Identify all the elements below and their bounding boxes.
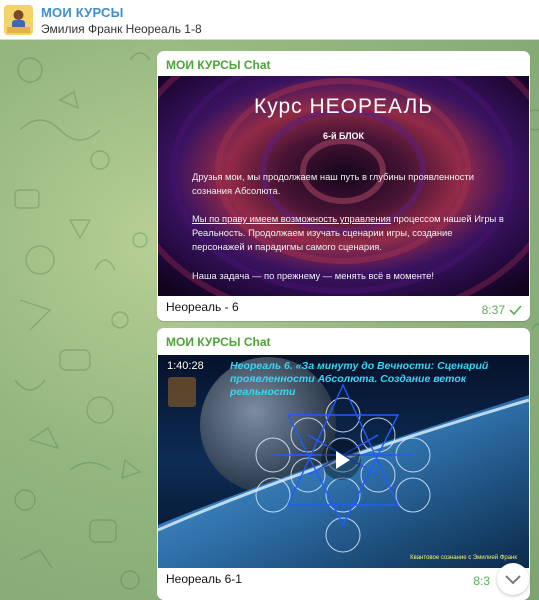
message-time: 8:37 <box>481 303 505 317</box>
course-slide-image[interactable]: Курс НЕОРЕАЛЬ 6-й БЛОК Друзья мои, мы пр… <box>158 76 529 296</box>
message-meta: 8:3 <box>473 574 490 588</box>
slide-paragraph-3: Наша задача — по прежнему — менять всё в… <box>192 270 434 281</box>
video-duration: 1:40:28 <box>167 360 204 372</box>
channel-title[interactable]: МОИ КУРСЫ <box>41 5 124 20</box>
video-footer-text: Квантовое сознание с Эмилией Франк <box>410 555 517 561</box>
message-sender[interactable]: МОИ КУРСЫ Chat <box>166 58 271 72</box>
play-button[interactable] <box>321 440 361 480</box>
message-time: 8:3 <box>473 574 490 588</box>
chat-header[interactable]: МОИ КУРСЫ Эмилия Франк Неореаль 1-8 <box>0 0 539 40</box>
video-thumbnail[interactable]: 1:40:28 Неореаль 6. «За минуту до Вечнос… <box>158 355 529 568</box>
message-bubble[interactable]: МОИ КУРСЫ Chat <box>157 51 530 321</box>
message-caption: Неореаль - 6 <box>166 300 239 314</box>
chevron-down-icon[interactable] <box>497 563 529 595</box>
chat-window: МОИ КУРСЫ Эмилия Франк Неореаль 1-8 МОИ … <box>0 0 539 600</box>
message-meta: 8:37 <box>482 303 522 317</box>
slide-underlined-text: Мы по праву имеем возможность управления <box>192 213 391 224</box>
video-title: Неореаль 6. «За минуту до Вечности: Сцен… <box>230 360 489 398</box>
message-bubble[interactable]: МОИ КУРСЫ Chat <box>157 328 530 600</box>
slide-block-label: 6-й БЛОК <box>322 131 365 141</box>
checkmark-icon <box>509 305 522 315</box>
scroll-down-button[interactable] <box>497 563 529 595</box>
channel-subtitle: Эмилия Франк Неореаль 1-8 <box>41 22 202 36</box>
message-sender[interactable]: МОИ КУРСЫ Chat <box>166 335 271 349</box>
play-icon[interactable] <box>321 440 361 480</box>
channel-avatar-icon[interactable] <box>4 5 33 35</box>
slide-paragraph-1: Друзья мои, мы продолжаем наш путь в глу… <box>192 171 474 196</box>
message-caption: Неореаль 6-1 <box>166 572 242 586</box>
slide-paragraph-2: Мы по праву имеем возможность управления… <box>192 212 507 254</box>
slide-title: Курс НЕОРЕАЛЬ <box>253 95 434 118</box>
